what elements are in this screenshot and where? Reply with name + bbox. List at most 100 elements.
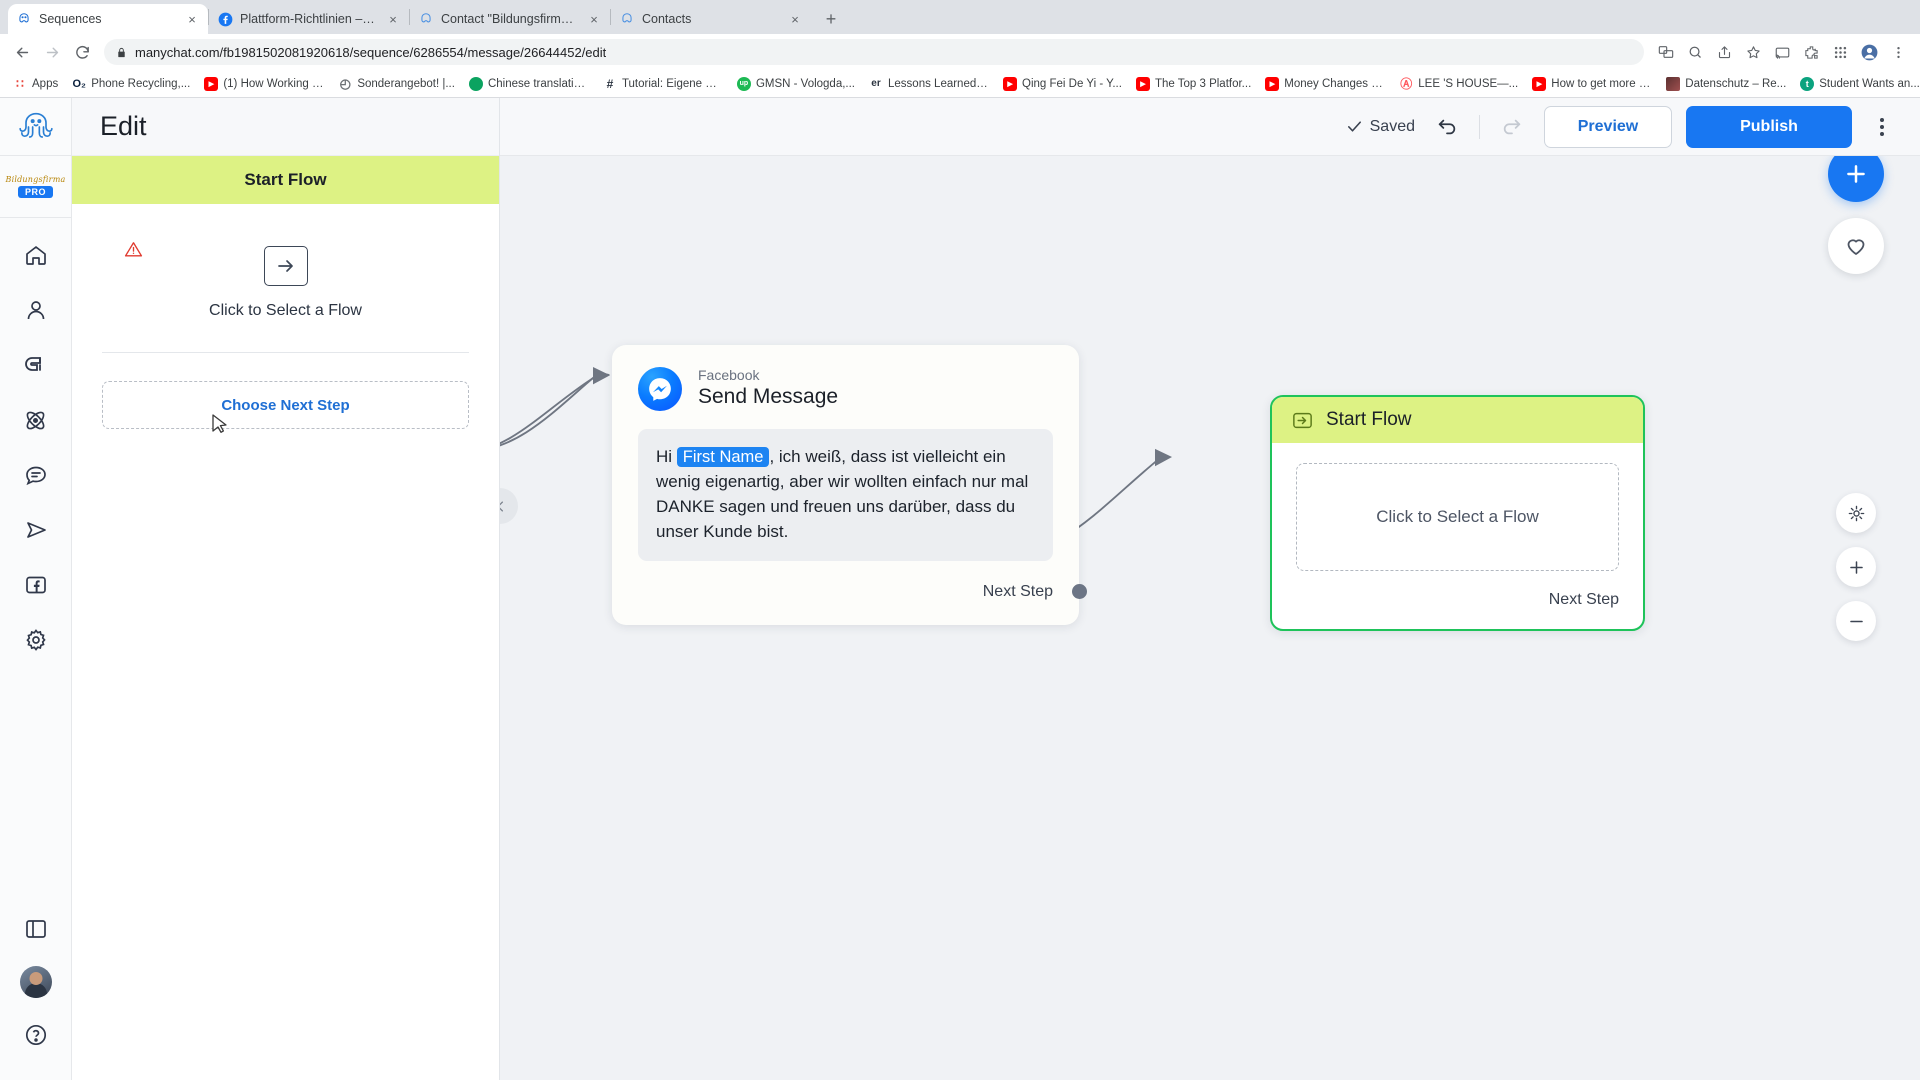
browser-tab[interactable]: Plattform-Richtlinien – Übersic × [209,4,409,34]
close-icon[interactable]: × [787,11,803,27]
bookmark-item[interactable]: ∷ Apps [7,74,64,94]
node-platform-label: Facebook [698,367,760,384]
account-brand[interactable]: Bildungsfirma PRO [0,156,71,218]
sidebar-item-home[interactable] [15,234,57,276]
sidebar-item-growth-tools[interactable] [15,344,57,386]
new-tab-button[interactable]: + [817,5,845,33]
publish-button[interactable]: Publish [1686,105,1852,148]
menu-icon[interactable] [1884,38,1912,66]
save-status: Saved [1346,118,1415,136]
tab-title: Contact "Bildungsfirma" throu [441,12,579,26]
select-flow-dropzone[interactable]: Click to Select a Flow [1296,463,1619,571]
favorites-button[interactable] [1828,218,1884,274]
apps-grid-icon[interactable] [1826,38,1854,66]
zoom-in-button[interactable] [1836,547,1876,587]
collapse-sidebar-handle[interactable] [500,488,518,524]
sidebar-item-dashboard[interactable] [15,908,57,950]
select-flow-label: Click to Select a Flow [209,302,362,319]
cast-icon[interactable] [1768,38,1796,66]
redo-button[interactable] [1494,109,1530,145]
close-icon[interactable]: × [184,11,200,27]
warning-triangle-icon [124,240,143,259]
select-flow-area[interactable]: Click to Select a Flow [102,232,469,352]
zoom-out-button[interactable] [1836,601,1876,641]
bookmark-item[interactable]: up GMSN - Vologda,... [731,74,861,94]
undo-icon [1436,116,1458,138]
bookmark-label: Datenschutz – Re... [1685,77,1787,90]
bookmark-item[interactable]: ▶ Money Changes E... [1259,74,1391,94]
paper-plane-icon [24,518,48,542]
help-button[interactable] [15,1014,57,1056]
forward-icon[interactable] [38,38,66,66]
bookmark-item[interactable]: Chinese translatio... [463,74,595,94]
profile-icon[interactable] [1855,38,1883,66]
center-canvas-button[interactable] [1836,493,1876,533]
sidebar-item-audience[interactable] [15,289,57,331]
bookmark-item[interactable]: ◴ Sonderangebot! |... [332,74,461,94]
bookmark-item[interactable]: Datenschutz – Re... [1660,74,1792,94]
photo-icon [1666,76,1681,91]
bookmark-item[interactable]: ▶ How to get more v... [1526,74,1658,94]
chat-bubble-icon [24,463,48,487]
manychat-octopus-logo[interactable] [0,98,71,156]
star-icon[interactable] [1739,38,1767,66]
sidebar-item-live-chat[interactable] [15,454,57,496]
sidebar-item-automation[interactable] [15,399,57,441]
bookmark-item[interactable]: er Lessons Learned f... [863,74,995,94]
send-message-node[interactable]: Facebook Send Message Hi First Name, ich… [612,345,1087,625]
merge-field-chip[interactable]: First Name [676,447,770,467]
manychat-icon [418,11,434,27]
address-bar[interactable]: manychat.com/fb1981502081920618/sequence… [104,39,1644,65]
choose-next-step-button[interactable]: Choose Next Step [102,381,469,433]
node-header: Facebook Send Message [638,367,1053,411]
app-root: Bildungsfirma PRO Edit Start Flow Click … [0,98,1920,1080]
bookmark-item[interactable]: ▶ Qing Fei De Yi - Y... [997,74,1128,94]
zoom-icon[interactable] [1681,38,1709,66]
browser-tab[interactable]: Contacts × [611,4,811,34]
sidebar-item-facebook-page[interactable] [15,564,57,606]
preview-button[interactable]: Preview [1544,105,1672,148]
puzzle-icon[interactable] [1797,38,1825,66]
start-flow-node[interactable]: Start Flow Click to Select a Flow Next S… [1270,395,1645,631]
bookmark-label: The Top 3 Platfor... [1154,77,1252,90]
node-next-step-row[interactable]: Next Step [638,583,1087,601]
bookmark-item[interactable]: Ⓐ LEE 'S HOUSE—... [1393,74,1524,94]
translate-icon[interactable] [1652,38,1680,66]
close-icon[interactable]: × [385,11,401,27]
home-icon [24,243,48,267]
bookmark-label: Phone Recycling,... [91,77,191,90]
bookmark-item[interactable]: ▶ (1) How Working a... [198,74,330,94]
next-step-connector-dot[interactable] [1072,584,1087,600]
browser-tab[interactable]: Contact "Bildungsfirma" throu × [410,4,610,34]
message-bubble[interactable]: Hi First Name, ich weiß, dass ist vielle… [638,429,1053,561]
sidebar-item-settings[interactable] [15,619,57,661]
select-flow-placeholder: Click to Select a Flow [1376,507,1539,526]
bookmark-item[interactable]: O₂ Phone Recycling,... [66,74,196,94]
close-icon[interactable]: × [586,11,602,27]
flow-canvas[interactable]: Saved Preview Publish Facebook Send Mess… [500,98,1920,1080]
kebab-menu-icon [1880,124,1884,129]
bookmark-label: How to get more v... [1551,77,1653,90]
youtube-icon: ▶ [1135,76,1150,91]
choose-next-step-label: Choose Next Step [221,396,350,414]
avatar[interactable] [19,966,52,998]
sidebar-item-broadcasting[interactable] [15,509,57,551]
status-badge: PRO [17,186,53,198]
reload-icon[interactable] [68,38,96,66]
youtube-icon: ▶ [1265,76,1280,91]
user-icon [24,298,48,322]
page-title: Edit [100,111,147,141]
bookmark-item[interactable]: t Student Wants an... [1794,74,1920,94]
divider [1479,114,1480,139]
back-icon[interactable] [8,38,36,66]
start-flow-next-step-row[interactable]: Next Step [1272,571,1643,629]
more-options-button[interactable] [1866,117,1898,136]
share-icon[interactable] [1710,38,1738,66]
bookmark-label: Chinese translatio... [487,77,589,90]
bookmark-item[interactable]: ▶ The Top 3 Platfor... [1130,74,1257,94]
undo-button[interactable] [1429,109,1465,145]
facebook-icon [217,11,233,27]
airbnb-icon: Ⓐ [1400,77,1413,91]
browser-tab[interactable]: Sequences × [8,4,208,34]
bookmark-item[interactable]: # Tutorial: Eigene Fa... [597,74,729,94]
